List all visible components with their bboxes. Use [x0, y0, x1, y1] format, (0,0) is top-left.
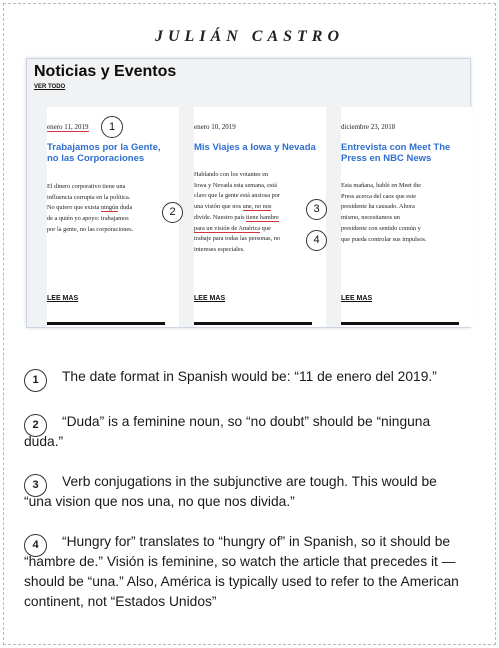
- body-line: por la gente, no las corporaciones.: [47, 225, 134, 233]
- body-line: que pueda controlar sus impulsos.: [341, 235, 427, 243]
- card-date: enero 11, 2019: [47, 123, 89, 132]
- news-card: diciembre 23, 2018 Entrevista con Meet T…: [341, 107, 473, 327]
- error-underline: para un visión de América: [194, 224, 261, 233]
- body-line: mismo, necesitamos un: [341, 214, 400, 222]
- note-number: 1: [24, 369, 47, 392]
- card-divider: [341, 322, 459, 325]
- card-body: El dinero corporativo tiene una influenc…: [47, 182, 175, 236]
- note-2: 2 “Duda” is a feminine noun, so “no doub…: [24, 412, 464, 452]
- note-1: 1 The date format in Spanish would be: “…: [24, 367, 464, 392]
- card-body: Hablando con los votantes en Iowa y Neva…: [194, 170, 322, 256]
- body-line: para un visión de América que: [194, 224, 271, 233]
- annotation-marker-4: 4: [306, 230, 327, 251]
- error-underline: ningún: [100, 204, 119, 213]
- card-date: enero 10, 2019: [194, 123, 236, 131]
- body-line: Hablando con los votantes en: [194, 171, 269, 178]
- website-screenshot: Noticias y Eventos VER TODO enero 11, 20…: [26, 58, 473, 328]
- note-4: 4 “Hungry for” translates to “hungry of”…: [24, 532, 464, 612]
- error-underline: tiene hambre: [246, 213, 279, 222]
- note-number: 2: [24, 414, 47, 437]
- body-line: El dinero corporativo tiene una: [47, 183, 126, 190]
- body-line: No quiero que exista ningún duda: [47, 204, 133, 213]
- card-divider: [194, 322, 312, 325]
- note-number: 3: [24, 474, 47, 497]
- site-heading: Noticias y Eventos: [34, 63, 177, 80]
- body-line: claro que la gente está ansiosa por: [194, 192, 281, 200]
- body-line: intereses especiales.: [194, 245, 245, 253]
- annotation-marker-3: 3: [306, 199, 327, 220]
- note-text: “Hungry for” translates to “hungry of” i…: [24, 534, 459, 609]
- news-card: enero 10, 2019 Mis Viajes a Iowa y Nevad…: [194, 107, 326, 327]
- annotation-marker-2: 2: [162, 202, 183, 223]
- note-text: “Duda” is a feminine noun, so “no doubt”…: [24, 414, 431, 449]
- annotation-marker-1: 1: [101, 116, 123, 138]
- body-line: presidente con sentido común y: [341, 224, 421, 232]
- body-line: Iowa y Nevada esta semana, está: [194, 181, 277, 189]
- card-date: diciembre 23, 2018: [341, 123, 396, 131]
- header-title: JULIÁN CASTRO: [154, 28, 345, 45]
- body-line: una visión que nos une, no nos: [194, 203, 272, 212]
- read-more-link[interactable]: LEE MAS: [194, 295, 225, 302]
- body-line: trabaje para todas las personas, no: [194, 235, 281, 243]
- note-number: 4: [24, 534, 47, 557]
- news-card: enero 11, 2019 Trabajamos por la Gente, …: [47, 107, 179, 327]
- card-title[interactable]: Mis Viajes a Iowa y Nevada: [194, 142, 319, 153]
- card-title[interactable]: Trabajamos por la Gente, no las Corporac…: [47, 142, 172, 164]
- error-underline: une, no nos: [242, 203, 272, 212]
- read-more-link[interactable]: LEE MAS: [47, 295, 78, 302]
- body-line: influencia corrupta en la política.: [47, 193, 131, 201]
- card-title[interactable]: Entrevista con Meet The Press en NBC New…: [341, 142, 466, 164]
- body-line: de a quién yo apoyo: trabajamos: [47, 215, 129, 223]
- card-divider: [47, 322, 165, 325]
- see-all-link[interactable]: VER TODO: [34, 84, 65, 90]
- note-text: The date format in Spanish would be: “11…: [62, 369, 437, 384]
- read-more-link[interactable]: LEE MAS: [341, 295, 372, 302]
- body-line: Esta mañana, hablé en Meet the: [341, 182, 422, 189]
- body-line: presidente ha causado. Ahora: [341, 203, 415, 211]
- note-3: 3 Verb conjugations in the subjunctive a…: [24, 472, 464, 512]
- body-line: Press acerca del caos que este: [341, 192, 416, 200]
- note-text: Verb conjugations in the subjunctive are…: [24, 474, 437, 509]
- body-line: divide. Nuestro país tiene hambre: [194, 213, 279, 222]
- card-body: Esta mañana, hablé en Meet the Press ace…: [341, 181, 469, 245]
